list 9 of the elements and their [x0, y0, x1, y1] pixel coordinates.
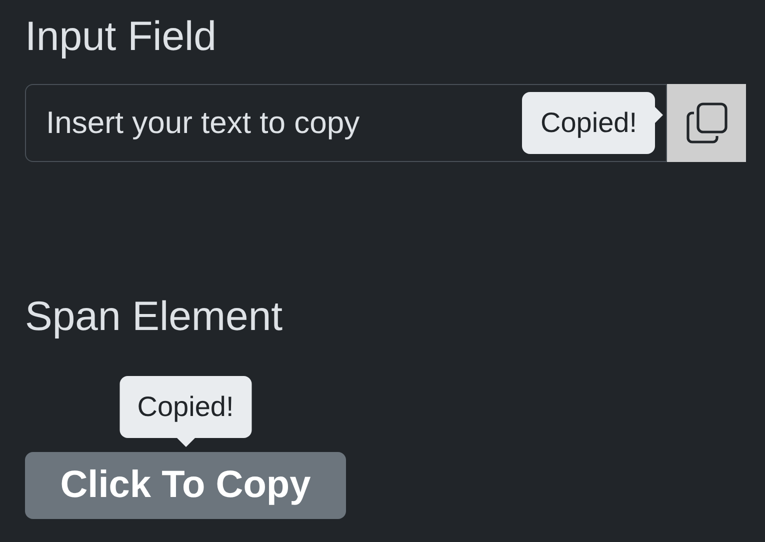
section-heading: Span Element — [25, 292, 284, 341]
copy-icon — [686, 102, 728, 144]
tooltip: Copied! — [119, 376, 252, 438]
copy-button[interactable] — [667, 84, 746, 162]
section-heading: Input Field — [25, 12, 218, 61]
tooltip-arrow — [654, 106, 663, 124]
tooltip: Copied! — [522, 92, 655, 154]
copy-text-button[interactable]: Click To Copy — [25, 452, 346, 519]
tooltip-arrow — [176, 437, 196, 447]
